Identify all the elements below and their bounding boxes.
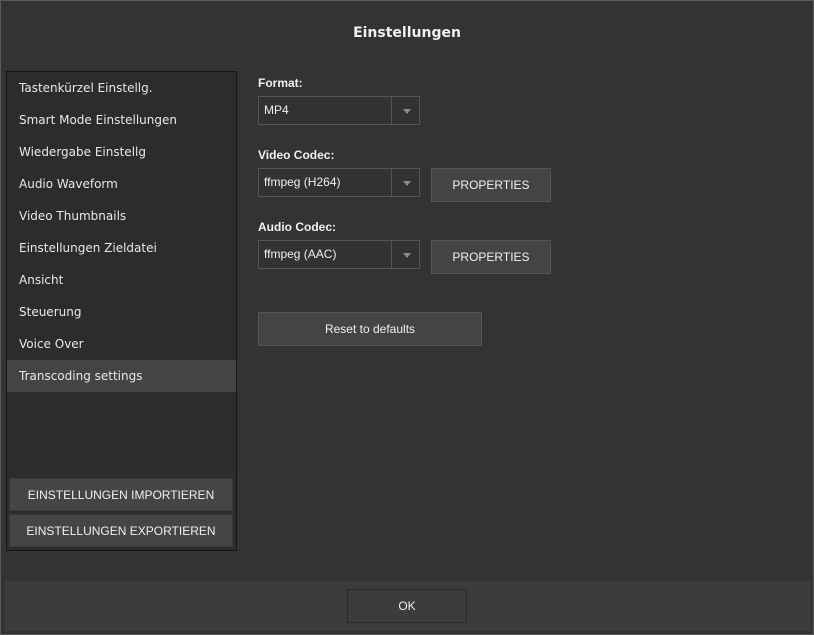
chevron-down-icon[interactable] — [403, 109, 411, 114]
import-settings-button[interactable]: EINSTELLUNGEN IMPORTIEREN — [9, 478, 233, 511]
audio-properties-button[interactable]: PROPERTIES — [431, 240, 551, 274]
chevron-down-icon[interactable] — [403, 181, 411, 186]
video-properties-button[interactable]: PROPERTIES — [431, 168, 551, 202]
settings-sidebar: Tastenkürzel Einstellg. Smart Mode Einst… — [6, 71, 237, 551]
select-divider — [391, 241, 392, 268]
audio-codec-select-value: ffmpeg (AAC) — [264, 247, 337, 261]
reset-defaults-button[interactable]: Reset to defaults — [258, 312, 482, 346]
sidebar-item-voice-over[interactable]: Voice Over — [7, 328, 236, 360]
chevron-down-icon[interactable] — [403, 253, 411, 258]
format-select[interactable]: MP4 — [258, 96, 420, 125]
sidebar-item-output-file[interactable]: Einstellungen Zieldatei — [7, 232, 236, 264]
sidebar-item-shortcuts[interactable]: Tastenkürzel Einstellg. — [7, 72, 236, 104]
sidebar-item-controls[interactable]: Steuerung — [7, 296, 236, 328]
settings-dialog: Einstellungen Tastenkürzel Einstellg. Sm… — [0, 0, 814, 635]
format-select-value: MP4 — [264, 103, 289, 117]
sidebar-item-smart-mode[interactable]: Smart Mode Einstellungen — [7, 104, 236, 136]
select-divider — [391, 169, 392, 196]
video-codec-label: Video Codec: — [258, 148, 335, 162]
sidebar-item-playback[interactable]: Wiedergabe Einstellg — [7, 136, 236, 168]
sidebar-item-audio-waveform[interactable]: Audio Waveform — [7, 168, 236, 200]
select-divider — [391, 97, 392, 124]
dialog-footer: OK — [5, 581, 810, 631]
video-codec-select[interactable]: ffmpeg (H264) — [258, 168, 420, 197]
ok-button[interactable]: OK — [347, 589, 467, 623]
sidebar-item-transcoding[interactable]: Transcoding settings — [7, 360, 236, 392]
export-settings-button[interactable]: EINSTELLUNGEN EXPORTIEREN — [9, 514, 233, 547]
audio-codec-label: Audio Codec: — [258, 220, 336, 234]
dialog-title: Einstellungen — [353, 25, 461, 41]
audio-codec-select[interactable]: ffmpeg (AAC) — [258, 240, 420, 269]
sidebar-item-video-thumbnails[interactable]: Video Thumbnails — [7, 200, 236, 232]
video-codec-select-value: ffmpeg (H264) — [264, 175, 341, 189]
format-label: Format: — [258, 76, 303, 90]
sidebar-item-view[interactable]: Ansicht — [7, 264, 236, 296]
